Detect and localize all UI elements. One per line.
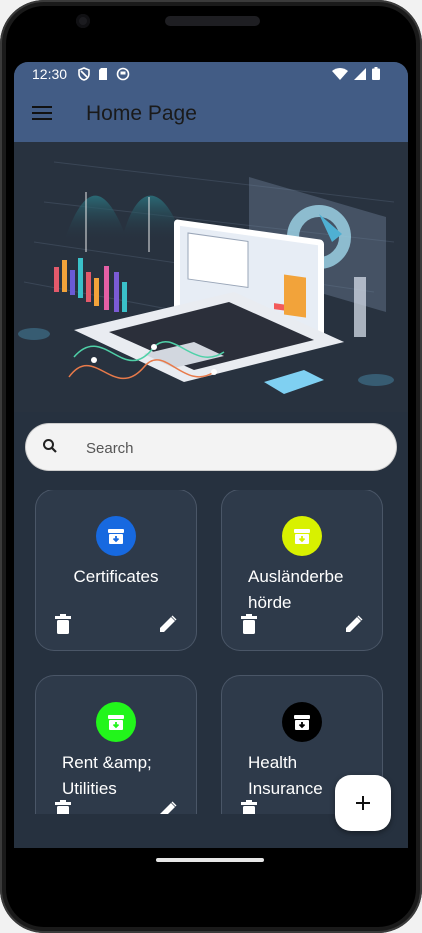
hero-illustration (14, 142, 408, 412)
status-left-icons (78, 67, 130, 81)
plus-icon (356, 796, 370, 810)
pencil-icon[interactable] (344, 614, 364, 634)
status-time: 12:30 (32, 66, 68, 82)
card-icon-circle (282, 702, 322, 742)
app-screen: 12:30 Home Page Search Certificates Ausl… (14, 62, 408, 848)
pencil-icon[interactable] (158, 614, 178, 634)
home-indicator[interactable] (156, 858, 264, 862)
status-bar: 12:30 (14, 62, 408, 86)
card-label: Ausländerbe hörde (248, 567, 344, 612)
pencil-icon[interactable] (158, 800, 178, 814)
menu-icon[interactable] (32, 106, 52, 120)
trash-icon[interactable] (54, 800, 72, 814)
sd-card-icon (99, 68, 107, 80)
archive-icon (294, 529, 310, 544)
card-rent-utilities[interactable]: Rent &amp; Utilities (36, 676, 196, 814)
archive-icon (108, 715, 124, 730)
system-nav-bar (14, 848, 408, 888)
app-bar: 12:30 Home Page (14, 62, 408, 142)
card-certificates[interactable]: Certificates (36, 490, 196, 650)
signal-icon (354, 67, 366, 80)
status-right-icons (332, 67, 380, 80)
wifi-icon (332, 67, 348, 80)
app-status-icon (116, 67, 130, 81)
card-auslaenderbehoerde[interactable]: Ausländerbe hörde (222, 490, 382, 650)
category-grid: Certificates Ausländerbe hörde Rent &amp… (14, 490, 408, 814)
card-icon-circle (282, 516, 322, 556)
card-label: Rent &amp; Utilities (62, 753, 152, 798)
trash-icon[interactable] (240, 614, 258, 634)
page-title: Home Page (86, 102, 197, 125)
trash-icon[interactable] (240, 800, 258, 814)
battery-icon (372, 67, 380, 80)
camera (76, 14, 90, 28)
archive-icon (108, 529, 124, 544)
add-button[interactable] (335, 775, 391, 831)
archive-icon (294, 715, 310, 730)
search-input[interactable] (84, 436, 378, 460)
trash-icon[interactable] (54, 614, 72, 634)
speaker (165, 16, 260, 26)
card-icon-circle (96, 702, 136, 742)
search-bar[interactable] (26, 424, 396, 470)
shield-icon (78, 67, 90, 81)
card-label: Certificates (73, 567, 159, 586)
card-icon-circle (96, 516, 136, 556)
search-icon (43, 439, 57, 453)
